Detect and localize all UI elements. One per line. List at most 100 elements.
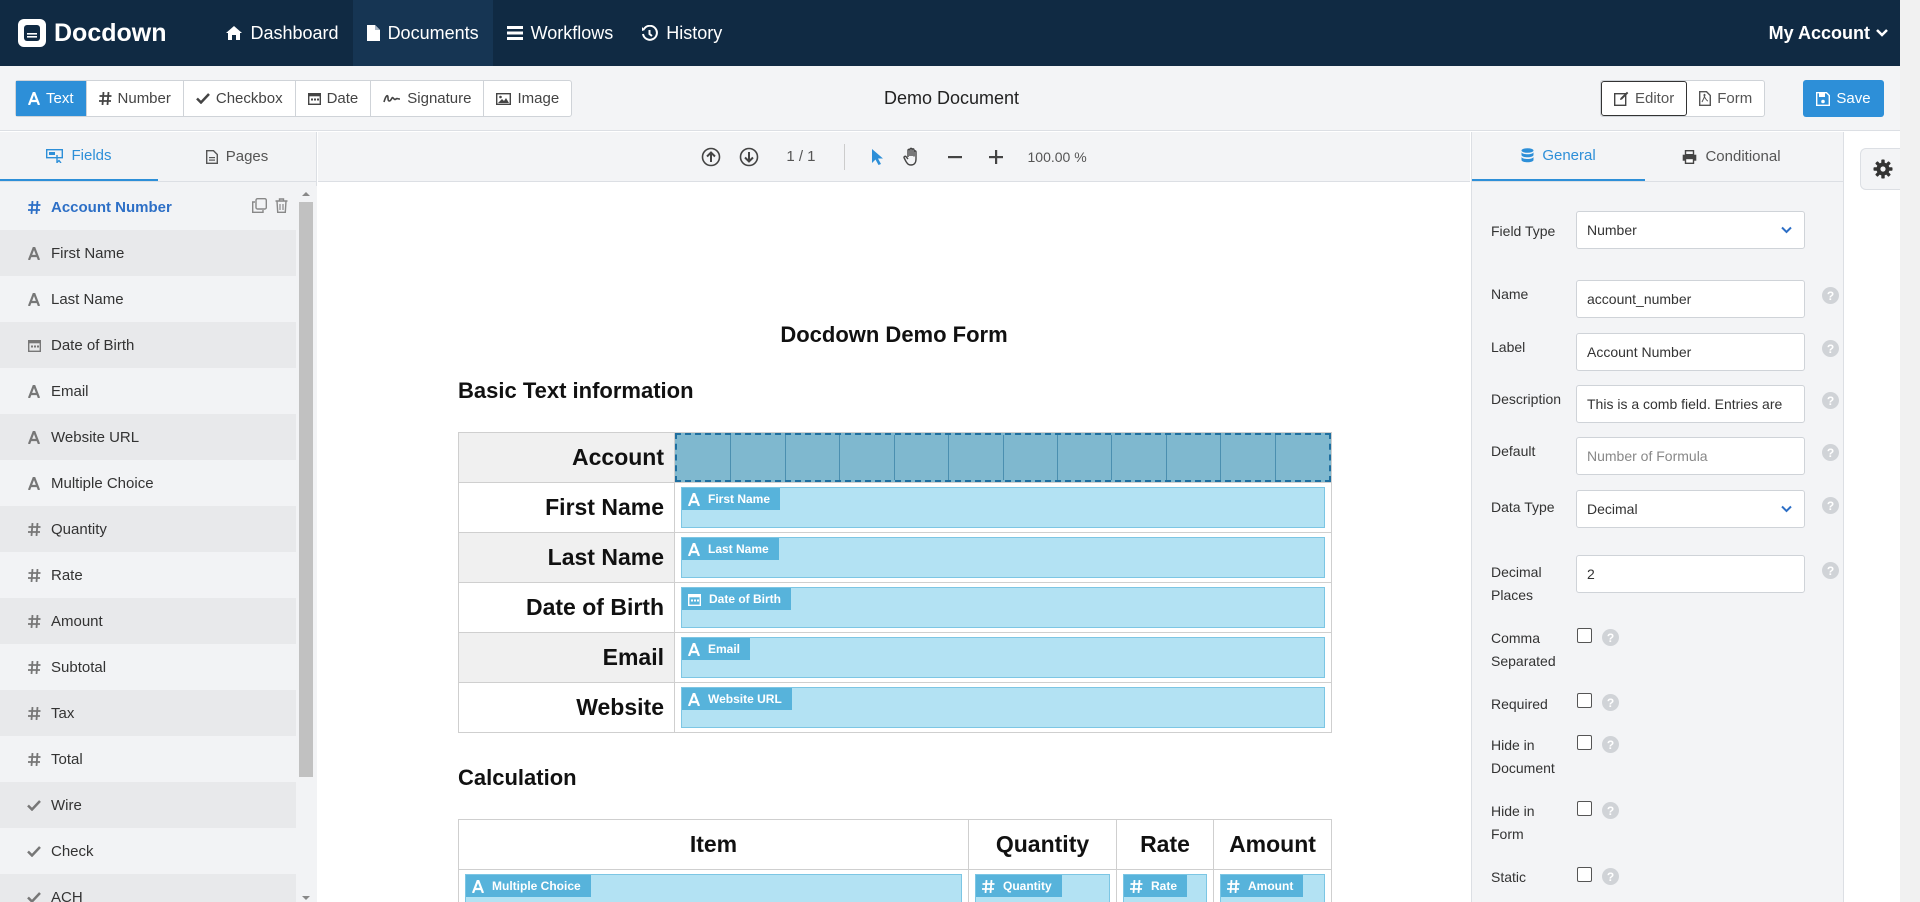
field-list-item[interactable]: Account Number — [0, 184, 296, 230]
properties-panel: General Conditional Field Type Number Na… — [1471, 132, 1844, 902]
help-icon[interactable]: ? — [1822, 562, 1839, 579]
placed-field[interactable]: Rate — [1123, 874, 1207, 902]
scroll-up-icon[interactable] — [301, 190, 311, 198]
help-icon[interactable]: ? — [1602, 802, 1619, 819]
settings-tab[interactable] — [1860, 148, 1904, 190]
form-row-value: Email — [674, 632, 1332, 683]
field-list-item[interactable]: Check — [0, 828, 296, 874]
field-list-item[interactable]: Website URL — [0, 414, 296, 460]
help-icon[interactable]: ? — [1822, 287, 1839, 304]
nav-dashboard-label: Dashboard — [250, 22, 339, 43]
zoom-out-button[interactable] — [947, 150, 962, 164]
help-icon[interactable]: ? — [1602, 694, 1619, 711]
field-list-item[interactable]: ACH — [0, 874, 296, 902]
calc-header-rate: Rate — [1116, 819, 1214, 870]
calc-cell: Amount — [1213, 869, 1332, 902]
brand-logo[interactable]: Docdown — [18, 19, 167, 48]
help-icon[interactable]: ? — [1822, 392, 1839, 409]
next-page-button[interactable] — [739, 147, 759, 167]
placed-field[interactable]: Multiple Choice — [465, 874, 962, 902]
tab-general-label: General — [1542, 147, 1596, 164]
help-icon[interactable]: ? — [1822, 444, 1839, 461]
chevron-down-icon — [1781, 226, 1792, 234]
field-list-item[interactable]: Email — [0, 368, 296, 414]
add-date-field-button[interactable]: Date — [296, 81, 372, 116]
placed-field[interactable]: Email — [681, 637, 1325, 678]
field-list-item[interactable]: Tax — [0, 690, 296, 736]
field-list-item[interactable]: Date of Birth — [0, 322, 296, 368]
field-list-item[interactable]: First Name — [0, 230, 296, 276]
scroll-down-icon[interactable] — [301, 894, 311, 902]
description-input[interactable]: This is a comb field. Entries are — [1576, 385, 1805, 423]
my-account-menu[interactable]: My Account — [1769, 23, 1888, 44]
add-image-field-button[interactable]: Image — [484, 81, 571, 116]
field-list-item[interactable]: Amount — [0, 598, 296, 644]
field-list-item[interactable]: Subtotal — [0, 644, 296, 690]
tab-fields[interactable]: Fields — [0, 132, 158, 181]
trash-icon[interactable] — [275, 198, 288, 213]
placed-field[interactable]: Last Name — [681, 537, 1325, 578]
add-number-field-button[interactable]: Number — [87, 81, 184, 116]
placed-field[interactable]: Quantity — [975, 874, 1110, 902]
account-number-comb-field[interactable] — [675, 433, 1331, 482]
help-icon[interactable]: ? — [1822, 497, 1839, 514]
placed-field[interactable]: Amount — [1220, 874, 1325, 902]
hide-in-document-checkbox[interactable] — [1577, 735, 1592, 750]
select-tool-button[interactable] — [871, 148, 885, 166]
hide-in-form-checkbox[interactable] — [1577, 801, 1592, 816]
zoom-in-button[interactable] — [988, 149, 1003, 164]
tab-general[interactable]: General — [1472, 132, 1645, 181]
document-canvas[interactable]: Docdown Demo Form Basic Text information… — [318, 182, 1470, 902]
field-list-item[interactable]: Quantity — [0, 506, 296, 552]
form-row-label: Email — [458, 632, 675, 683]
required-checkbox[interactable] — [1577, 693, 1592, 708]
nav-dashboard[interactable]: Dashboard — [211, 0, 353, 66]
field-list-item[interactable]: Multiple Choice — [0, 460, 296, 506]
static-checkbox[interactable] — [1577, 867, 1592, 882]
label-input[interactable]: Account Number — [1576, 333, 1805, 371]
add-signature-field-button[interactable]: Signature — [371, 81, 485, 116]
tab-conditional[interactable]: Conditional — [1645, 132, 1818, 181]
editor-view-button[interactable]: Editor — [1601, 81, 1688, 116]
page-scrollbar[interactable] — [1900, 0, 1920, 902]
form-row: First Name First Name — [458, 482, 1332, 533]
static-label: Static — [1491, 869, 1527, 885]
field-list-item[interactable]: Total — [0, 736, 296, 782]
pan-tool-button[interactable] — [902, 147, 921, 166]
placed-field[interactable]: First Name — [681, 487, 1325, 528]
cursor-icon — [871, 148, 883, 165]
name-input[interactable]: account_number — [1576, 280, 1805, 318]
comma-separated-checkbox[interactable] — [1577, 628, 1592, 643]
placed-field[interactable]: Website URL — [681, 687, 1325, 728]
nav-history[interactable]: History — [627, 0, 736, 66]
number-button-label: Number — [117, 90, 171, 107]
tab-pages[interactable]: Pages — [158, 132, 316, 181]
placed-field[interactable]: Date of Birth — [681, 587, 1325, 628]
prev-page-button[interactable] — [701, 147, 721, 167]
field-list-item-label: Date of Birth — [51, 336, 135, 354]
data-type-select[interactable]: Decimal — [1576, 490, 1805, 528]
form-row-label: Date of Birth — [458, 582, 675, 633]
field-list-item-label: Account Number — [51, 198, 172, 216]
scroll-thumb[interactable] — [299, 202, 313, 777]
add-checkbox-field-button[interactable]: Checkbox — [184, 81, 296, 116]
field-list-item[interactable]: Wire — [0, 782, 296, 828]
field-list-item[interactable]: Rate — [0, 552, 296, 598]
add-text-field-button[interactable]: Text — [16, 81, 87, 116]
field-list-scrollbar[interactable] — [296, 186, 317, 902]
help-icon[interactable]: ? — [1602, 629, 1619, 646]
placed-field-label: Rate — [1151, 879, 1178, 893]
nav-documents[interactable]: Documents — [352, 0, 493, 66]
save-button[interactable]: Save — [1803, 80, 1884, 117]
nav-workflows[interactable]: Workflows — [493, 0, 628, 66]
default-input[interactable]: Number of Formula — [1576, 437, 1805, 475]
field-list-item[interactable]: Last Name — [0, 276, 296, 322]
field-type-select[interactable]: Number — [1576, 211, 1805, 249]
decimal-places-input[interactable]: 2 — [1576, 555, 1805, 593]
help-icon[interactable]: ? — [1822, 340, 1839, 357]
help-icon[interactable]: ? — [1602, 736, 1619, 753]
help-icon[interactable]: ? — [1602, 868, 1619, 885]
copy-icon[interactable] — [252, 198, 267, 213]
comb-cell — [1221, 435, 1276, 480]
form-view-button[interactable]: Form — [1687, 81, 1764, 116]
